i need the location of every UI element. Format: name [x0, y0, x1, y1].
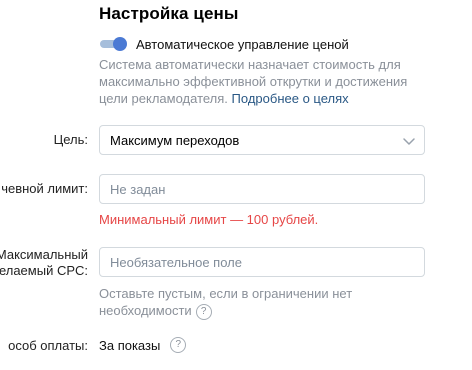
- payment-method-text: За показы: [99, 337, 161, 353]
- help-icon[interactable]: ?: [195, 303, 212, 320]
- payment-method-label: особ оплаты:: [8, 338, 88, 353]
- goal-label: Цель:: [53, 132, 88, 147]
- chevron-down-icon: [403, 138, 415, 145]
- max-cpc-label-line1: Максимальный: [0, 247, 88, 262]
- payment-help-icon[interactable]: ?: [170, 337, 187, 353]
- max-cpc-hint-line2: необходимости?: [99, 302, 399, 320]
- payment-method-value: За показы ?: [99, 337, 187, 353]
- max-cpc-hint-line2-text: необходимости: [99, 303, 192, 318]
- goal-select-value: Максимум переходов: [110, 133, 240, 148]
- section-title: Настройка цены: [99, 4, 239, 23]
- auto-price-toggle[interactable]: [99, 37, 128, 51]
- daily-limit-error: Минимальный лимит — 100 рублей.: [99, 212, 319, 227]
- auto-price-row: Автоматическое управление ценой: [99, 35, 349, 53]
- max-cpc-label: Максимальный целаемый CPC:: [0, 247, 88, 279]
- price-settings-panel: Настройка цены Автоматическое управление…: [0, 0, 472, 370]
- daily-limit-label: чевной лимит:: [1, 181, 88, 196]
- auto-price-label: Автоматическое управление ценой: [136, 36, 349, 52]
- goals-learn-more-link[interactable]: Подробнее о целях: [232, 91, 349, 106]
- goal-select[interactable]: Максимум переходов: [99, 125, 425, 155]
- max-cpc-hint: Оставьте пустым, если в ограничении нет …: [99, 285, 399, 320]
- daily-limit-input[interactable]: [99, 174, 425, 204]
- max-cpc-hint-line1: Оставьте пустым, если в ограничении нет: [99, 286, 353, 301]
- max-cpc-input[interactable]: [99, 247, 425, 277]
- toggle-knob: [113, 37, 127, 51]
- auto-price-hint: Система автоматически назначает стоимост…: [99, 56, 429, 107]
- max-cpc-label-line2: целаемый CPC:: [0, 263, 88, 278]
